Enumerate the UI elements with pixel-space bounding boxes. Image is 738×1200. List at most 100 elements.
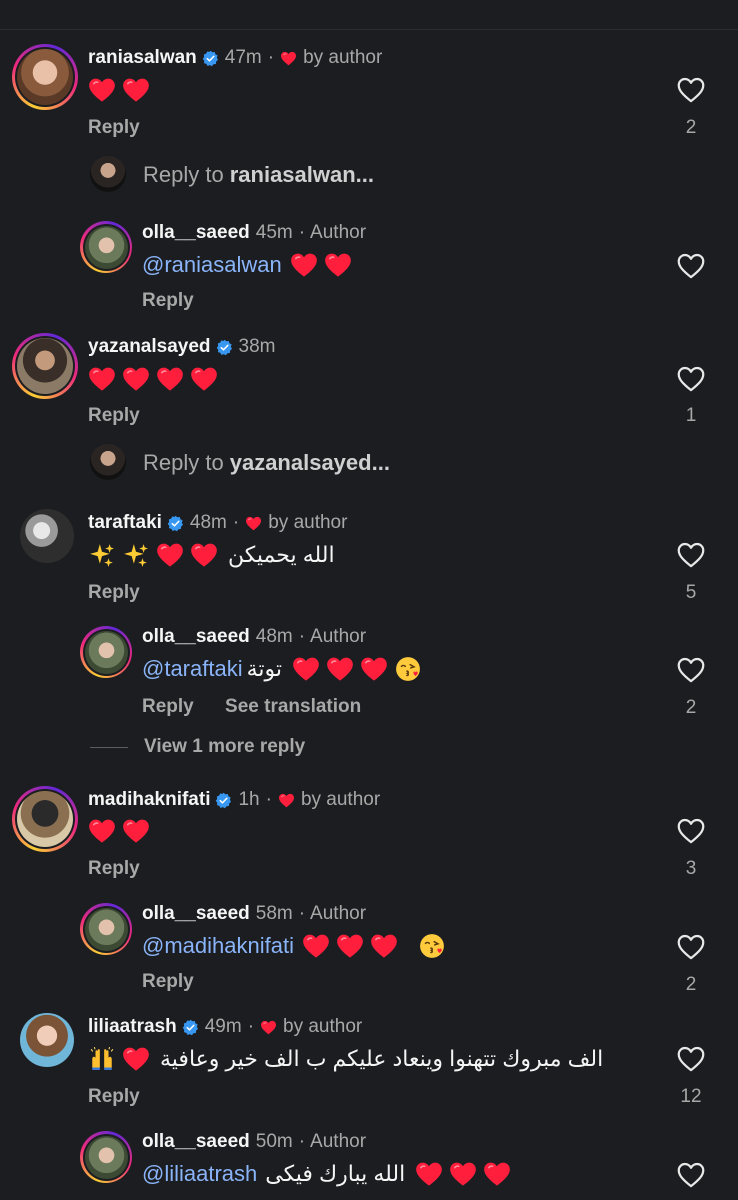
dot-separator: · bbox=[247, 1016, 255, 1037]
like-heart-icon[interactable] bbox=[677, 1046, 705, 1072]
red-heart-emoji-icon bbox=[483, 1161, 511, 1187]
reply-button[interactable]: Reply bbox=[88, 858, 140, 879]
avatar-madihaknifati[interactable] bbox=[12, 786, 78, 852]
view-more-label: View 1 more reply bbox=[144, 736, 306, 757]
avatar-raniasalwan[interactable] bbox=[12, 44, 78, 110]
username[interactable]: olla__saeed bbox=[142, 903, 250, 925]
by-author-label: by author bbox=[283, 1016, 363, 1037]
comment-actions: Reply bbox=[142, 971, 220, 993]
reply-to-input[interactable]: Reply to raniasalwan... bbox=[143, 162, 374, 188]
comment-header: yazanalsayed 38m bbox=[88, 336, 276, 358]
username[interactable]: madihaknifati bbox=[88, 789, 210, 811]
like-heart-icon[interactable] bbox=[677, 1162, 705, 1188]
comment-text bbox=[88, 818, 156, 844]
username[interactable]: liliaatrash bbox=[88, 1016, 177, 1038]
comment-header: olla__saeed 48m · Author bbox=[142, 626, 366, 648]
comment-time: 47m bbox=[224, 47, 262, 68]
comment-time: 48m bbox=[189, 512, 227, 533]
username[interactable]: taraftaki bbox=[88, 512, 162, 534]
comment-header: madihaknifati 1h · by author bbox=[88, 789, 380, 811]
red-heart-emoji-icon bbox=[324, 252, 352, 278]
reply-button[interactable]: Reply bbox=[88, 117, 140, 138]
mention-link[interactable]: @madihaknifati bbox=[142, 933, 294, 959]
red-heart-emoji-icon bbox=[190, 366, 218, 392]
avatar-olla-saeed[interactable] bbox=[80, 903, 132, 955]
comment-actions: Reply See translation bbox=[142, 696, 387, 718]
comment-time: 50m bbox=[255, 1131, 293, 1152]
comment-header: raniasalwan 47m · by author bbox=[88, 47, 382, 69]
reply-button[interactable]: Reply bbox=[88, 405, 140, 426]
username[interactable]: olla__saeed bbox=[142, 222, 250, 244]
verified-icon bbox=[202, 50, 219, 67]
mention-link[interactable]: @liliaatrash bbox=[142, 1161, 257, 1187]
comment-header: olla__saeed 45m · Author bbox=[142, 222, 366, 244]
dot-separator: · bbox=[298, 222, 306, 243]
comment-actions: Reply bbox=[88, 858, 166, 880]
username[interactable]: olla__saeed bbox=[142, 626, 250, 648]
avatar-taraftaki[interactable] bbox=[20, 509, 74, 563]
reply-to-user: raniasalwan... bbox=[229, 162, 375, 187]
reply-button[interactable]: Reply bbox=[142, 696, 194, 717]
reply-button[interactable]: Reply bbox=[142, 290, 194, 311]
verified-icon bbox=[215, 792, 232, 809]
top-divider bbox=[0, 29, 738, 30]
red-heart-emoji-icon bbox=[88, 366, 116, 392]
comment-arabic-text: الله يبارك فيكى bbox=[265, 1161, 406, 1186]
avatar-olla-saeed[interactable] bbox=[80, 626, 132, 678]
reply-to-input[interactable]: Reply to yazanalsayed... bbox=[143, 450, 390, 476]
comment-text: @liliaatrash الله يبارك فيكى bbox=[142, 1161, 517, 1187]
comment-text: الف مبروك تتهنوا وينعاد عليكم ب الف خير … bbox=[88, 1046, 603, 1072]
comment-time: 1h bbox=[238, 789, 260, 810]
comment-text bbox=[88, 77, 156, 103]
verified-icon bbox=[216, 339, 233, 356]
dot-separator: · bbox=[267, 47, 275, 68]
author-tag: Author bbox=[310, 903, 367, 924]
mention-link[interactable]: @taraftaki bbox=[142, 656, 243, 682]
see-translation-button[interactable]: See translation bbox=[225, 696, 361, 717]
my-avatar bbox=[90, 156, 126, 192]
avatar-liliaatrash[interactable] bbox=[20, 1013, 74, 1067]
red-heart-emoji-icon bbox=[415, 1161, 443, 1187]
like-heart-icon[interactable] bbox=[677, 253, 705, 279]
like-count: 1 bbox=[685, 405, 697, 426]
raised-hands-emoji-icon bbox=[88, 1046, 116, 1072]
comment-actions: Reply bbox=[88, 117, 166, 139]
dot-separator: · bbox=[232, 512, 240, 533]
view-more-replies-button[interactable]: View 1 more reply bbox=[90, 736, 305, 758]
red-heart-emoji-icon bbox=[88, 818, 116, 844]
reply-button[interactable]: Reply bbox=[142, 971, 194, 992]
username[interactable]: yazanalsayed bbox=[88, 336, 211, 358]
comment-text: @taraftaki توتة bbox=[142, 656, 428, 682]
avatar-yazanalsayed[interactable] bbox=[12, 333, 78, 399]
dot-separator: · bbox=[298, 903, 306, 924]
verified-icon bbox=[182, 1019, 199, 1036]
author-liked-heart-icon bbox=[260, 1020, 277, 1035]
reply-to-prefix: Reply to bbox=[143, 450, 224, 475]
dot-separator: · bbox=[265, 789, 272, 810]
like-heart-icon[interactable] bbox=[677, 657, 705, 683]
comment-time: 58m bbox=[255, 903, 293, 924]
reply-button[interactable]: Reply bbox=[88, 582, 140, 603]
comment-arabic-text: الله يحميكن bbox=[228, 542, 335, 567]
like-heart-icon[interactable] bbox=[677, 542, 705, 568]
comment-actions: Reply bbox=[88, 582, 166, 604]
avatar-olla-saeed[interactable] bbox=[80, 221, 132, 273]
reply-button[interactable]: Reply bbox=[88, 1086, 140, 1107]
author-tag: Author bbox=[310, 626, 367, 647]
mention-link[interactable]: @raniasalwan bbox=[142, 252, 282, 278]
comment-header: olla__saeed 58m · Author bbox=[142, 903, 366, 925]
username[interactable]: olla__saeed bbox=[142, 1131, 250, 1153]
avatar-olla-saeed[interactable] bbox=[80, 1131, 132, 1183]
comment-text bbox=[88, 366, 224, 392]
red-heart-emoji-icon bbox=[449, 1161, 477, 1187]
like-heart-icon[interactable] bbox=[677, 818, 705, 844]
like-heart-icon[interactable] bbox=[677, 366, 705, 392]
sparkles-emoji-icon bbox=[122, 542, 150, 568]
comment-actions: Reply bbox=[88, 1086, 166, 1108]
reply-to-user: yazanalsayed... bbox=[229, 450, 390, 475]
like-heart-icon[interactable] bbox=[677, 934, 705, 960]
like-heart-icon[interactable] bbox=[677, 77, 705, 103]
comment-header: liliaatrash 49m · by author bbox=[88, 1016, 362, 1038]
view-more-line bbox=[90, 746, 128, 748]
username[interactable]: raniasalwan bbox=[88, 47, 197, 69]
